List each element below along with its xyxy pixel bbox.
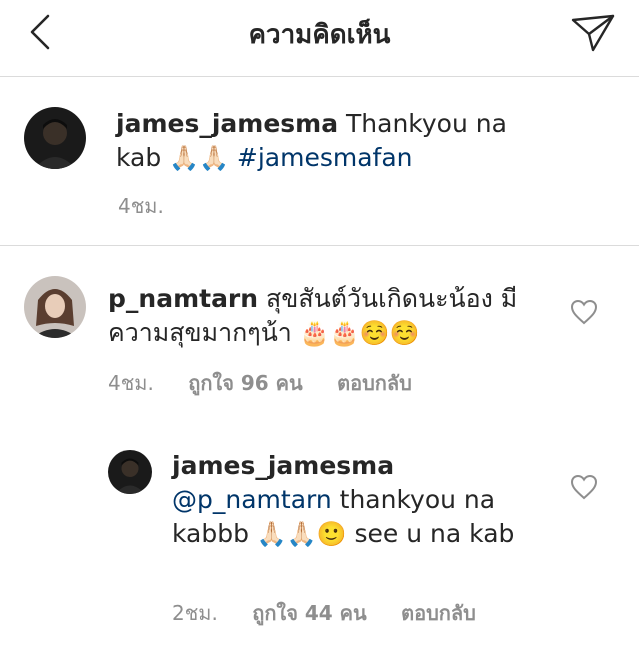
mention-link[interactable]: @p_namtarn bbox=[172, 485, 332, 514]
reply-meta: 2ชม. ถูกใจ 44 คน ตอบกลับ bbox=[172, 597, 504, 629]
paper-plane-icon[interactable] bbox=[569, 10, 617, 54]
comment-likes[interactable]: ถูกใจ 96 คน bbox=[188, 371, 303, 395]
top-bar: ความคิดเห็น bbox=[0, 0, 639, 77]
comment-meta: 4ชม. ถูกใจ 96 คน ตอบกลับ bbox=[108, 367, 440, 399]
avatar[interactable] bbox=[24, 107, 86, 169]
reply-body-end: see u na kab bbox=[346, 519, 515, 548]
reply-username[interactable]: james_jamesma bbox=[172, 451, 394, 480]
avatar[interactable] bbox=[24, 276, 86, 338]
heart-icon[interactable] bbox=[570, 474, 598, 500]
reply-emoji: 🙏🏻🙏🏻🙂 bbox=[256, 520, 347, 548]
reply-reply-button[interactable]: ตอบกลับ bbox=[401, 601, 476, 625]
reply-likes[interactable]: ถูกใจ 44 คน bbox=[252, 601, 367, 625]
avatar[interactable] bbox=[108, 450, 152, 494]
hashtag-link[interactable]: #jamesmafan bbox=[237, 143, 413, 172]
divider bbox=[0, 245, 639, 246]
comment-time: 4ชม. bbox=[108, 371, 154, 395]
caption-username[interactable]: james_jamesma bbox=[116, 109, 338, 138]
reply-text: james_jamesma @p_namtarn thankyou na kab… bbox=[172, 449, 527, 551]
reply-time: 2ชม. bbox=[172, 601, 218, 625]
caption-meta: 4ชม. bbox=[118, 190, 192, 222]
heart-icon[interactable] bbox=[570, 299, 598, 325]
caption-time: 4ชม. bbox=[118, 194, 164, 218]
comment-reply-button[interactable]: ตอบกลับ bbox=[337, 371, 412, 395]
comment-username[interactable]: p_namtarn bbox=[108, 284, 258, 313]
caption-emoji: 🙏🏻🙏🏻 bbox=[169, 144, 229, 172]
page-title: ความคิดเห็น bbox=[248, 20, 391, 50]
comment-emoji: 🎂🎂☺️☺️ bbox=[299, 319, 420, 347]
comment-text: p_namtarn สุขสันต์วันเกิดนะน้อง มีความสุ… bbox=[108, 282, 548, 350]
caption-text: james_jamesma Thankyou na kab 🙏🏻🙏🏻 #jame… bbox=[116, 107, 536, 175]
